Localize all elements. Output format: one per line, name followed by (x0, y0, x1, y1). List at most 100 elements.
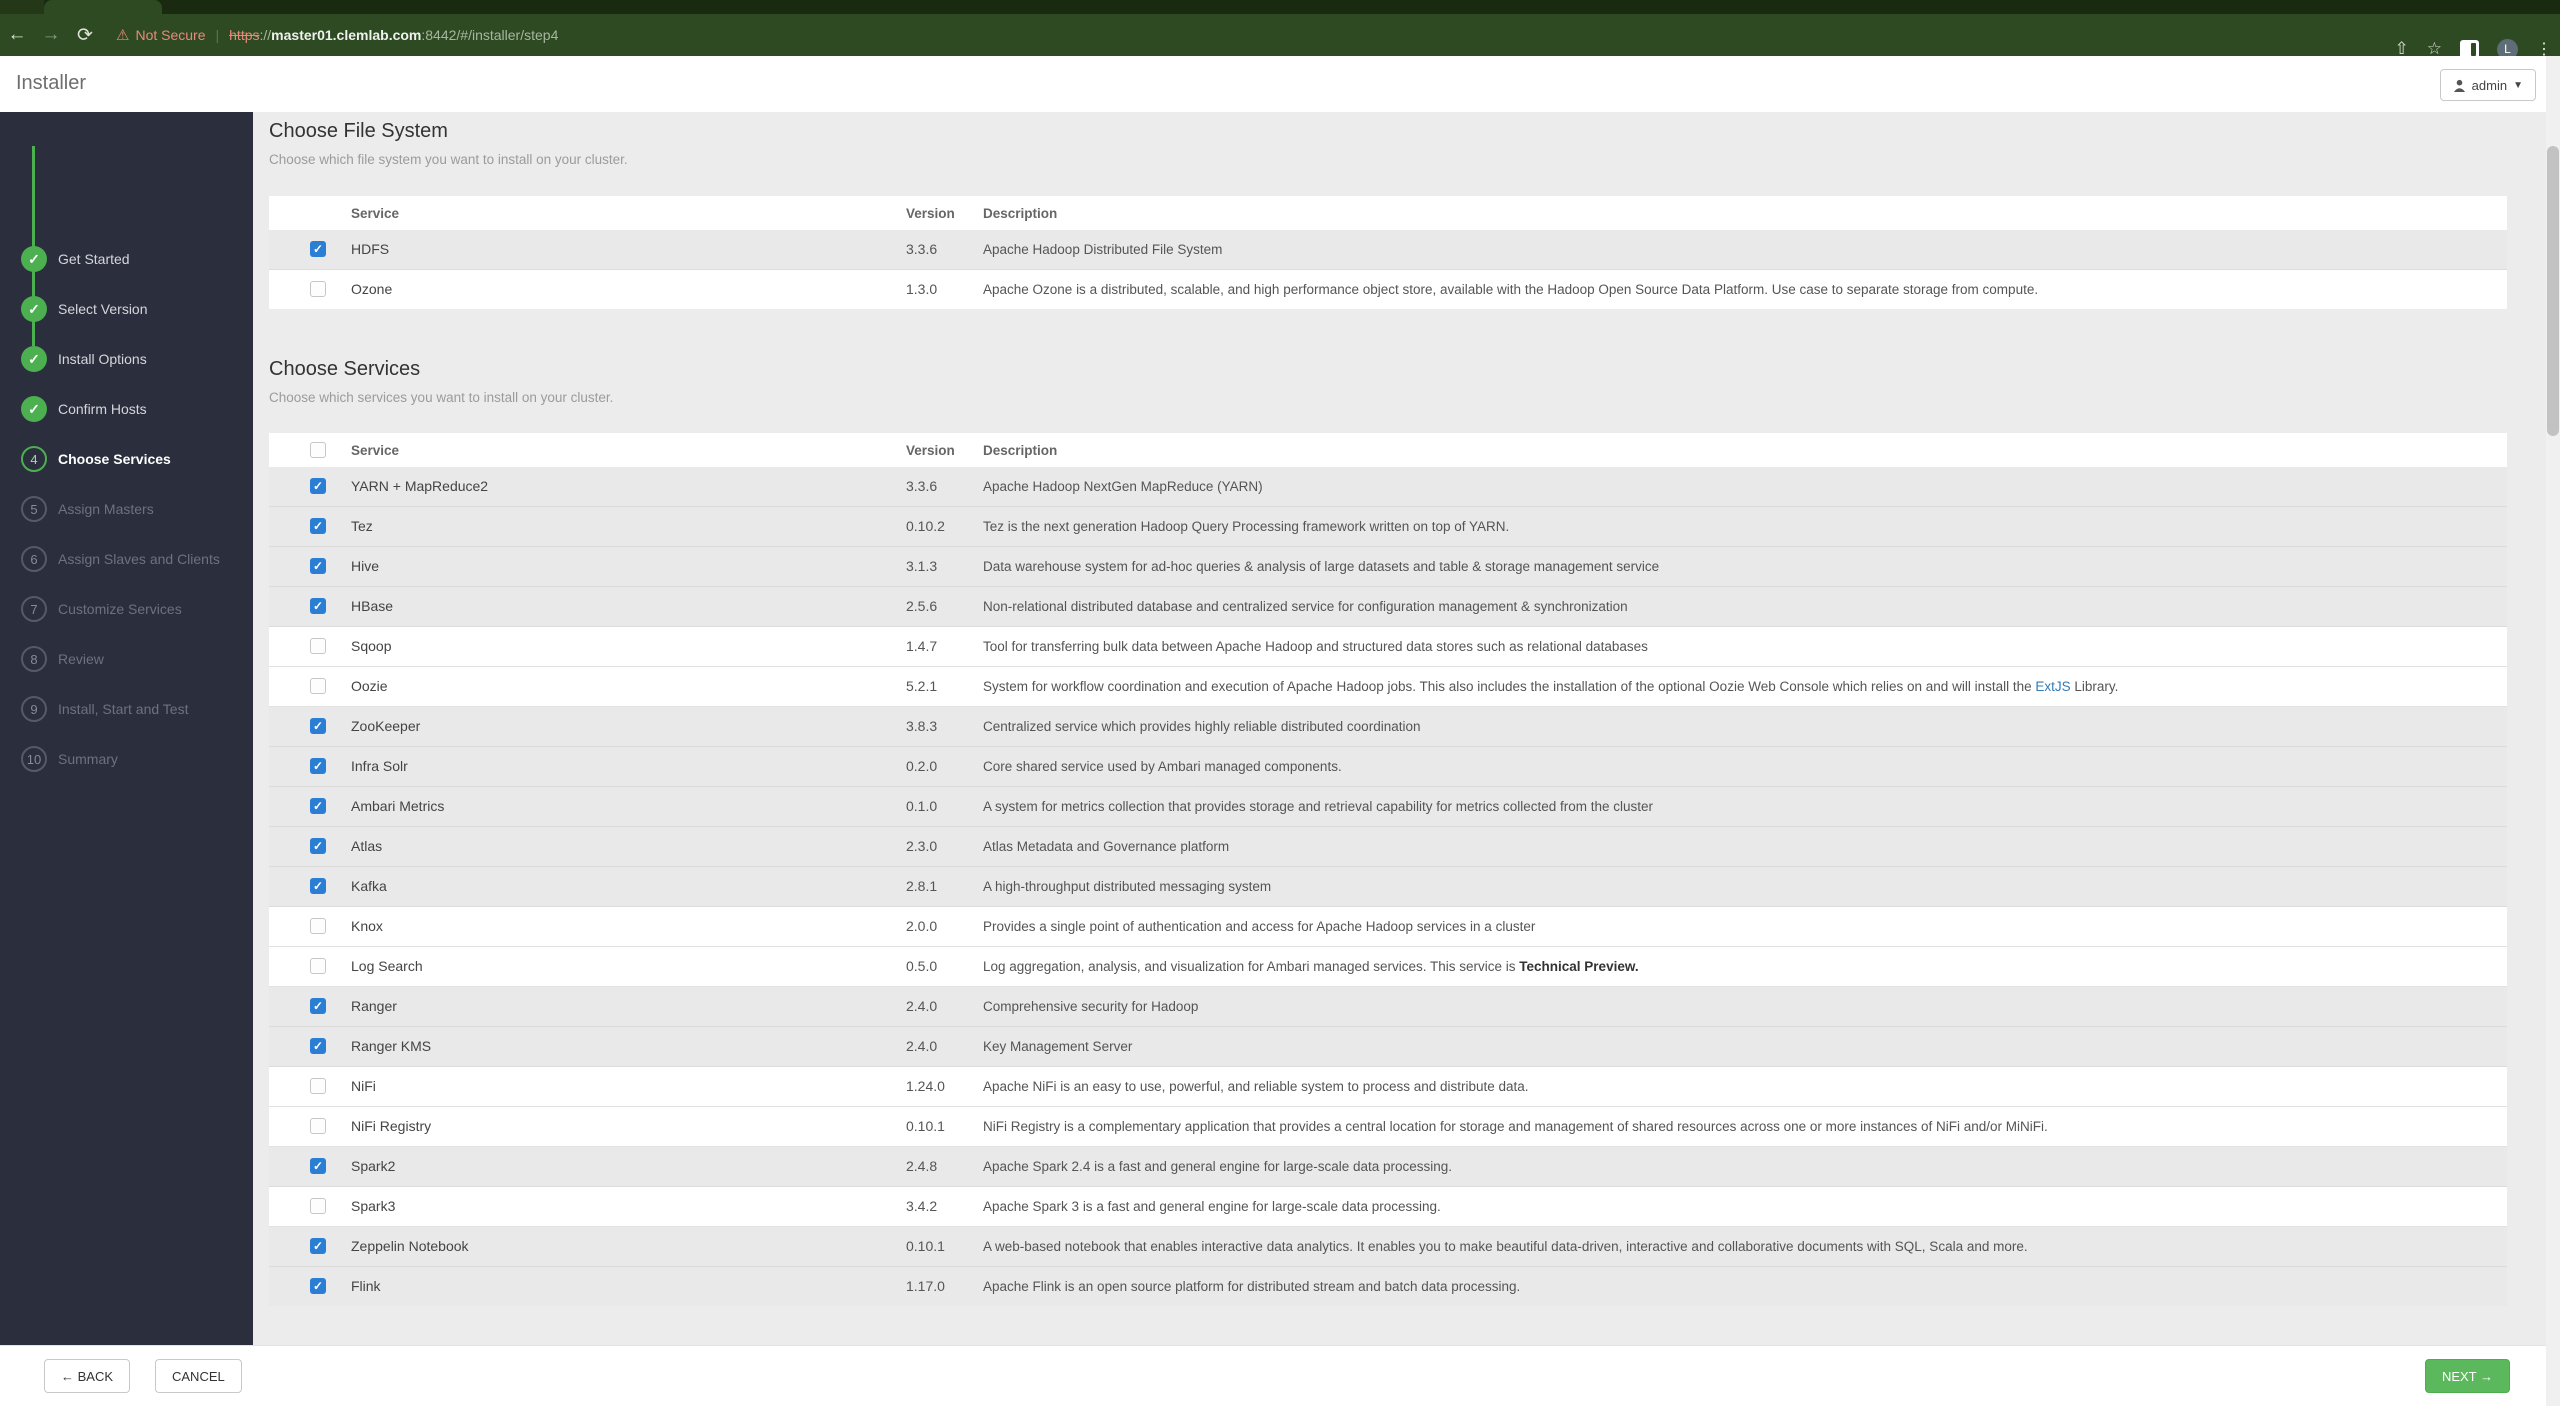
service-description: Tez is the next generation Hadoop Query … (983, 519, 1510, 534)
service-name: ZooKeeper (351, 718, 421, 734)
admin-user-button[interactable]: admin ▼ (2439, 69, 2536, 101)
service-name: Tez (351, 518, 373, 534)
step-label: Install, Start and Test (58, 701, 189, 717)
scrollbar-track[interactable] (2546, 56, 2560, 1406)
service-row-knox: Knox 2.0.0 Provides a single point of auth… (269, 907, 2507, 947)
browser-toolbar: ← → ⟳ ⚠ Not Secure | https :// master01.… (0, 14, 2560, 60)
checkbox-ranger-kms[interactable] (310, 1038, 326, 1054)
checkbox-infra-solr[interactable] (310, 758, 326, 774)
checkbox-hive[interactable] (310, 558, 326, 574)
scrollbar-thumb[interactable] (2547, 146, 2559, 436)
service-row-hive: Hive 3.1.3 Data warehouse system for ad-ho… (269, 547, 2507, 587)
service-name: Zeppelin Notebook (351, 1238, 469, 1254)
service-description: Apache Ozone is a distributed, scalable,… (983, 282, 2039, 297)
service-description: Core shared service used by Ambari manag… (983, 759, 1342, 774)
url-path: :8442/#/installer/step4 (421, 27, 559, 43)
service-row-hbase: HBase 2.5.6 Non-relational distributed dat… (269, 587, 2507, 627)
service-row-zookeeper: ZooKeeper 3.8.3 Centralized service which … (269, 707, 2507, 747)
back-button[interactable]: ← BACK (44, 1359, 131, 1393)
checkbox-yarn-mapreduce2[interactable] (310, 478, 326, 494)
step-label: Get Started (58, 251, 130, 267)
service-version: 2.4.0 (906, 998, 938, 1014)
service-version: 2.5.6 (906, 598, 938, 614)
service-version: 3.1.3 (906, 558, 938, 574)
app-header: Installer admin ▼ (0, 56, 2560, 112)
next-button[interactable]: NEXT → (2424, 1359, 2510, 1393)
service-name: HDFS (351, 241, 390, 257)
service-name: YARN + MapReduce2 (351, 478, 489, 494)
step-check-icon (21, 346, 47, 372)
warning-icon: ⚠ (116, 27, 130, 44)
column-header-version: Version (906, 206, 955, 221)
checkbox-knox[interactable] (310, 918, 326, 934)
checkbox-ranger[interactable] (310, 998, 326, 1014)
checkbox-hbase[interactable] (310, 598, 326, 614)
checkbox-zeppelin-notebook[interactable] (310, 1238, 326, 1254)
step-number: 7 (21, 596, 47, 622)
service-version: 2.0.0 (906, 918, 938, 934)
service-description: A web-based notebook that enables intera… (983, 1239, 2028, 1254)
wizard-footer: ← BACK CANCEL NEXT → (0, 1345, 2560, 1406)
checkbox-kafka[interactable] (310, 878, 326, 894)
service-name: NiFi Registry (351, 1118, 432, 1134)
not-secure-label[interactable]: Not Secure (135, 27, 205, 43)
service-row-ozone: Ozone 1.3.0 Apache Ozone is a distributed,… (269, 270, 2507, 309)
service-name: Ozone (351, 281, 393, 297)
checkbox-log-search[interactable] (310, 958, 326, 974)
step-label: Install Options (58, 351, 147, 367)
step-number: 5 (21, 496, 47, 522)
service-name: Ranger (351, 998, 397, 1014)
step-check-icon (21, 396, 47, 422)
service-row-nifi: NiFi 1.24.0 Apache NiFi is an easy to use,… (269, 1067, 2507, 1107)
service-row-zeppelin-notebook: Zeppelin Notebook 0.10.1 A web-based noteb… (269, 1227, 2507, 1267)
forward-icon[interactable]: → (34, 24, 68, 46)
checkbox-zookeeper[interactable] (310, 718, 326, 734)
service-version: 2.8.1 (906, 878, 938, 894)
page-title: Installer (16, 72, 87, 94)
service-version: 0.5.0 (906, 958, 938, 974)
service-row-log-search: Log Search 0.5.0 Log aggregation, analysis… (269, 947, 2507, 987)
checkbox-tez[interactable] (310, 518, 326, 534)
cancel-button[interactable]: CANCEL (155, 1359, 242, 1393)
checkbox-sqoop[interactable] (310, 638, 326, 654)
service-name: Oozie (351, 678, 388, 694)
service-name: Spark2 (351, 1158, 396, 1174)
extjs-link[interactable]: ExtJS (2035, 679, 2070, 694)
service-version: 0.10.2 (906, 518, 945, 534)
checkbox-hdfs[interactable] (310, 241, 326, 257)
checkbox-spark2[interactable] (310, 1158, 326, 1174)
service-description: Non-relational distributed database and … (983, 599, 1628, 614)
service-version: 0.10.1 (906, 1238, 945, 1254)
service-row-infra-solr: Infra Solr 0.2.0 Core shared service used … (269, 747, 2507, 787)
step-label: Assign Slaves and Clients (58, 551, 220, 567)
service-description: Centralized service which provides highl… (983, 719, 1421, 734)
service-name: HBase (351, 598, 394, 614)
file-system-section-subtitle: Choose which file system you want to ins… (269, 152, 628, 167)
checkbox-oozie[interactable] (310, 678, 326, 694)
back-icon[interactable]: ← (0, 24, 34, 46)
checkbox-spark3[interactable] (310, 1198, 326, 1214)
service-name: Log Search (351, 958, 423, 974)
checkbox-flink[interactable] (310, 1278, 326, 1294)
checkbox-nifi-registry[interactable] (310, 1118, 326, 1134)
browser-tab-active[interactable] (44, 0, 162, 14)
column-header-description: Description (983, 206, 1058, 221)
refresh-icon[interactable]: ⟳ (68, 24, 102, 47)
service-row-spark2: Spark2 2.4.8 Apache Spark 2.4 is a fast an… (269, 1147, 2507, 1187)
service-description: Log aggregation, analysis, and visualiza… (983, 959, 1639, 974)
checkbox-nifi[interactable] (310, 1078, 326, 1094)
step-number: 8 (21, 646, 47, 672)
service-version: 3.4.2 (906, 1198, 938, 1214)
services-section-title: Choose Services (269, 358, 421, 380)
checkbox-atlas[interactable] (310, 838, 326, 854)
step-check-icon (21, 246, 47, 272)
service-description: Key Management Server (983, 1039, 1133, 1054)
address-bar[interactable]: ⚠ Not Secure | https :// master01.clemla… (116, 26, 558, 44)
service-version: 0.1.0 (906, 798, 938, 814)
checkbox-ozone[interactable] (310, 281, 326, 297)
browser-tab-pinned[interactable] (0, 0, 44, 14)
service-description: Tool for transferring bulk data between … (983, 639, 1648, 654)
service-name: Flink (351, 1278, 381, 1294)
select-all-checkbox[interactable] (310, 442, 326, 458)
checkbox-ambari-metrics[interactable] (310, 798, 326, 814)
